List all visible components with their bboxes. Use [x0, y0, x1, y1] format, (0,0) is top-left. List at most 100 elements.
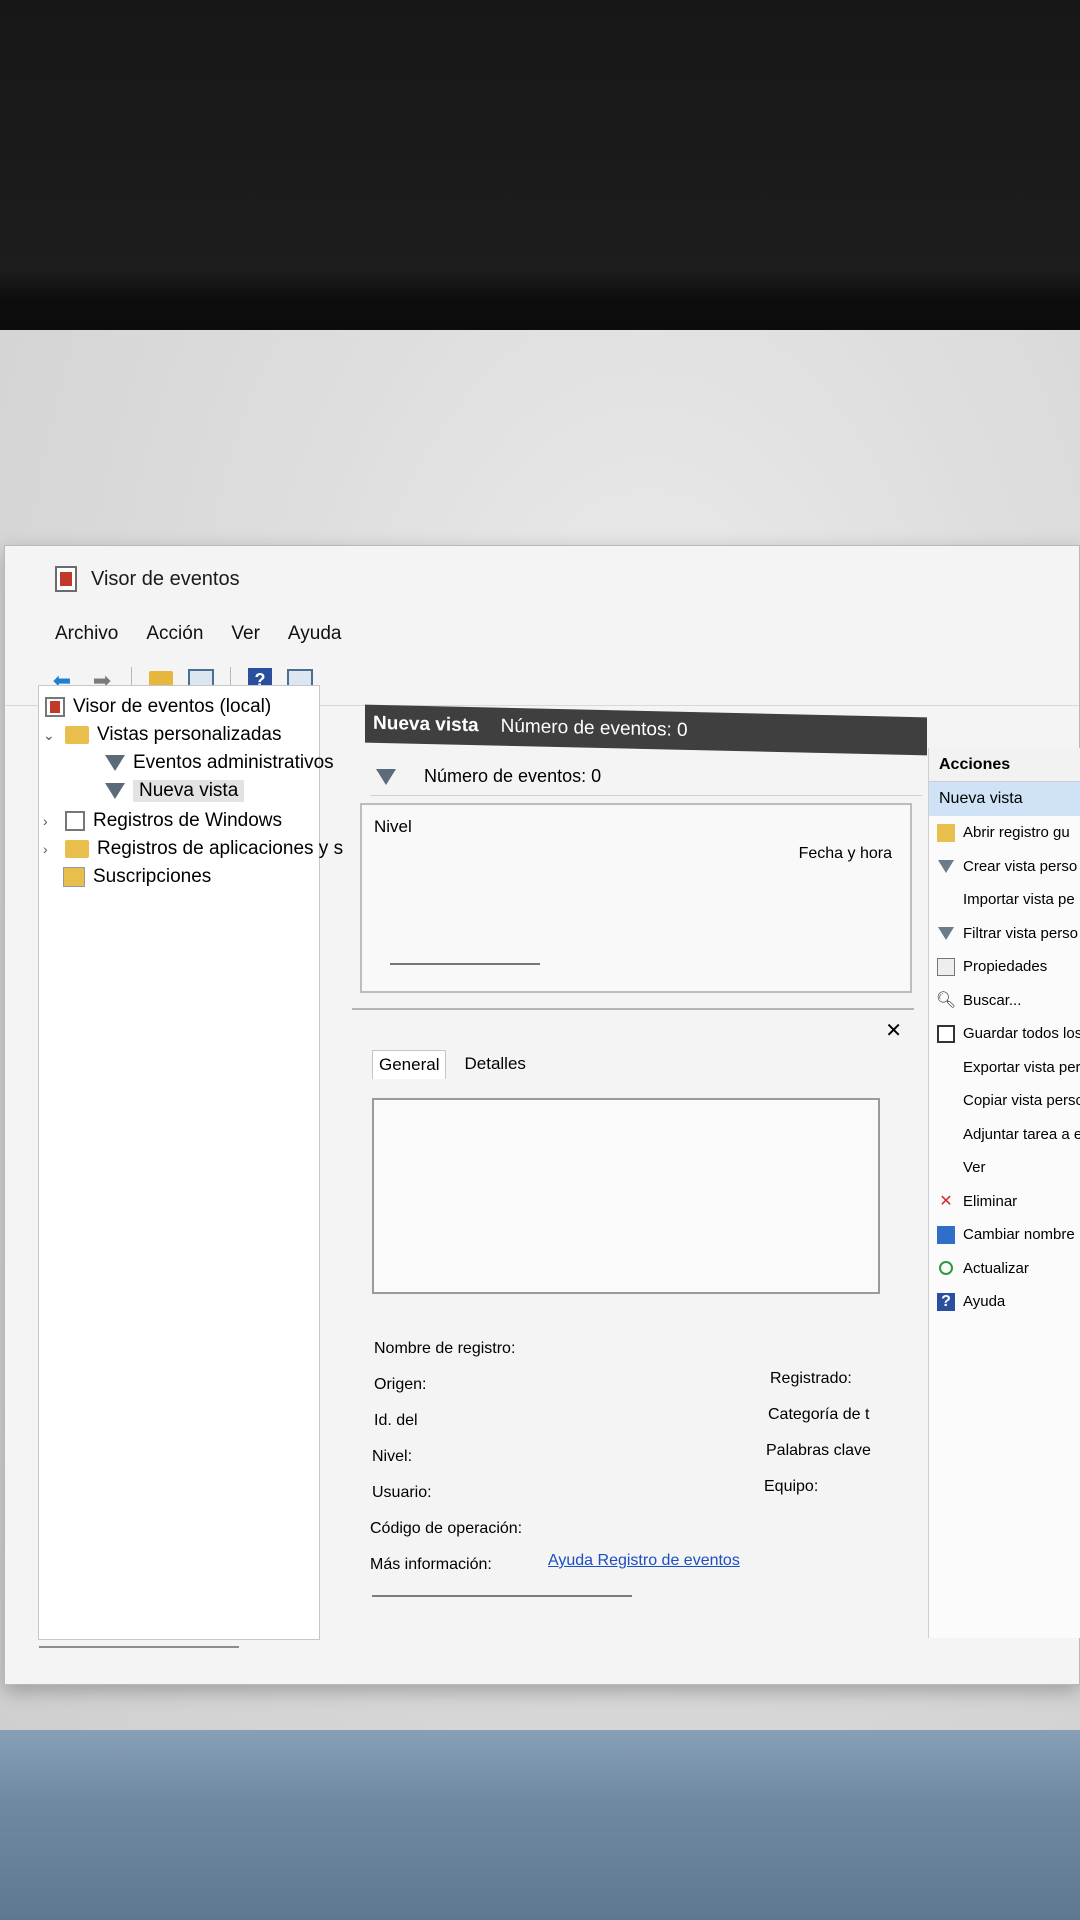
field-user: Usuario: [372, 1484, 432, 1501]
action-refresh[interactable]: Actualizar [929, 1252, 1080, 1286]
action-find[interactable]: 🔍︎ Buscar... [929, 984, 1080, 1018]
filter-icon [376, 768, 396, 785]
menu-archivo[interactable]: Archivo [55, 623, 118, 645]
event-detail-panel: ✕ General Detalles Nombre de registro: O… [352, 1008, 914, 1638]
action-rename[interactable]: Cambiar nombre [929, 1218, 1080, 1252]
action-label: Actualizar [963, 1259, 1029, 1277]
field-level: Nivel: [372, 1448, 413, 1465]
action-label: Copiar vista person [963, 1092, 1080, 1110]
window-title: Visor de eventos [91, 567, 240, 590]
filter-icon [105, 755, 125, 771]
action-label: Exportar vista pers [963, 1058, 1080, 1076]
tree-item-windows-logs[interactable]: › Registros de Windows [43, 810, 282, 832]
chevron-right-icon[interactable]: › [43, 841, 57, 857]
help-icon: ? [937, 1292, 955, 1311]
column-header-date[interactable]: Fecha y hora [799, 845, 892, 863]
filter-icon [105, 783, 125, 799]
action-save-all[interactable]: Guardar todos los [929, 1017, 1080, 1051]
field-keywords: Palabras clave [766, 1442, 871, 1459]
tab-details[interactable]: Detalles [462, 1050, 527, 1079]
event-description-box[interactable] [372, 1098, 880, 1294]
title-bar: Visor de eventos [5, 546, 1079, 612]
tree-item-new-view[interactable]: Nueva vista [105, 780, 245, 802]
tree-item-custom-views[interactable]: ⌄ Vistas personalizadas [43, 724, 281, 746]
action-label: Propiedades [963, 958, 1048, 976]
tree-item-subscriptions[interactable]: Suscripciones [63, 866, 211, 888]
field-computer: Equipo: [764, 1478, 819, 1495]
delete-icon: ✕ [939, 1193, 953, 1211]
tree-item-app-logs[interactable]: › Registros de aplicaciones y s [43, 838, 343, 860]
tree-item-root[interactable]: Visor de eventos (local) [45, 696, 271, 718]
action-help[interactable]: ? Ayuda [929, 1285, 1080, 1319]
action-import-custom-view[interactable]: Importar vista pe [929, 883, 1080, 917]
chevron-right-icon[interactable]: › [43, 813, 57, 829]
center-pane: Nueva vista Número de eventos: 0 Número … [330, 703, 927, 1643]
filter-bar: Número de eventos: 0 [370, 758, 922, 796]
tab-general[interactable]: General [372, 1050, 447, 1079]
tree-scrollbar[interactable] [39, 1646, 239, 1648]
save-icon [937, 1024, 955, 1043]
menu-ayuda[interactable]: Ayuda [288, 623, 342, 645]
field-opcode: Código de operación: [370, 1520, 523, 1537]
column-header-level[interactable]: Nivel [374, 817, 412, 837]
find-icon: 🔍︎ [935, 992, 957, 1010]
field-log-name: Nombre de registro: [374, 1340, 516, 1357]
tree-label: Vistas personalizadas [97, 724, 282, 745]
action-label: Eliminar [963, 1192, 1018, 1210]
actions-title: Acciones [929, 748, 1080, 782]
menu-ver[interactable]: Ver [231, 623, 260, 645]
field-more-info: Más información: [370, 1556, 492, 1573]
field-event-id: Id. del [374, 1412, 418, 1429]
action-export-custom-view[interactable]: Exportar vista pers [929, 1051, 1080, 1085]
field-source: Origen: [374, 1376, 427, 1393]
open-log-icon [937, 823, 955, 842]
folder-icon [65, 726, 89, 744]
action-view[interactable]: Ver [929, 1151, 1080, 1185]
menu-accion[interactable]: Acción [146, 623, 203, 645]
folder-icon [65, 840, 89, 858]
tree-label: Visor de eventos (local) [73, 696, 272, 717]
action-label: Buscar... [963, 991, 1022, 1009]
actions-list: Abrir registro gu Crear vista perso Impo… [929, 816, 1080, 1319]
action-delete[interactable]: ✕ Eliminar [929, 1185, 1080, 1219]
detail-tabs: General Detalles [372, 1050, 528, 1079]
chevron-down-icon[interactable]: ⌄ [43, 727, 57, 744]
action-label: Crear vista perso [963, 857, 1078, 875]
list-scrollbar[interactable] [390, 963, 540, 965]
action-open-saved-log[interactable]: Abrir registro gu [929, 816, 1080, 850]
action-label: Filtrar vista perso [963, 924, 1079, 942]
refresh-icon [939, 1261, 953, 1276]
action-properties[interactable]: Propiedades [929, 950, 1080, 984]
subscriptions-icon [63, 867, 85, 887]
action-attach-task[interactable]: Adjuntar tarea a est [929, 1118, 1080, 1152]
tree-label-selected: Nueva vista [133, 780, 245, 802]
properties-icon [937, 957, 955, 976]
action-label: Ayuda [963, 1293, 1006, 1311]
action-label: Abrir registro gu [963, 824, 1070, 842]
detail-scrollbar[interactable] [372, 1595, 632, 1597]
actions-section-new-view[interactable]: Nueva vista [929, 782, 1080, 816]
more-info-link[interactable]: Ayuda Registro de eventos [548, 1552, 740, 1570]
console-tree: Visor de eventos (local) ⌄ Vistas person… [38, 685, 343, 1648]
action-label: Guardar todos los [963, 1025, 1080, 1043]
action-copy-custom-view[interactable]: Copiar vista person [929, 1084, 1080, 1118]
tree-label: Eventos administrativos [133, 752, 334, 773]
view-event-count: Número de eventos: 0 [500, 715, 688, 741]
tree-item-admin-events[interactable]: Eventos administrativos [105, 752, 334, 774]
action-label: Importar vista pe [963, 891, 1075, 909]
filter-icon [938, 859, 954, 873]
action-label: Cambiar nombre [963, 1226, 1075, 1244]
action-label: Adjuntar tarea a est [963, 1125, 1080, 1143]
actions-pane: Acciones Nueva vista Abrir registro gu C… [928, 748, 1080, 1638]
view-header: Nueva vista Número de eventos: 0 [365, 704, 927, 756]
tree-label: Suscripciones [93, 866, 212, 887]
filter-event-count: Número de eventos: 0 [424, 766, 602, 786]
menu-bar: Archivo Acción Ver Ayuda [5, 612, 1079, 656]
view-title: Nueva vista [373, 712, 479, 737]
action-label: Ver [963, 1159, 986, 1177]
close-icon[interactable]: ✕ [885, 1018, 902, 1043]
action-create-custom-view[interactable]: Crear vista perso [929, 850, 1080, 884]
event-list[interactable]: Nivel Fecha y hora [360, 803, 912, 993]
action-filter-custom-view[interactable]: Filtrar vista perso [929, 917, 1080, 951]
filter-icon [938, 926, 954, 940]
